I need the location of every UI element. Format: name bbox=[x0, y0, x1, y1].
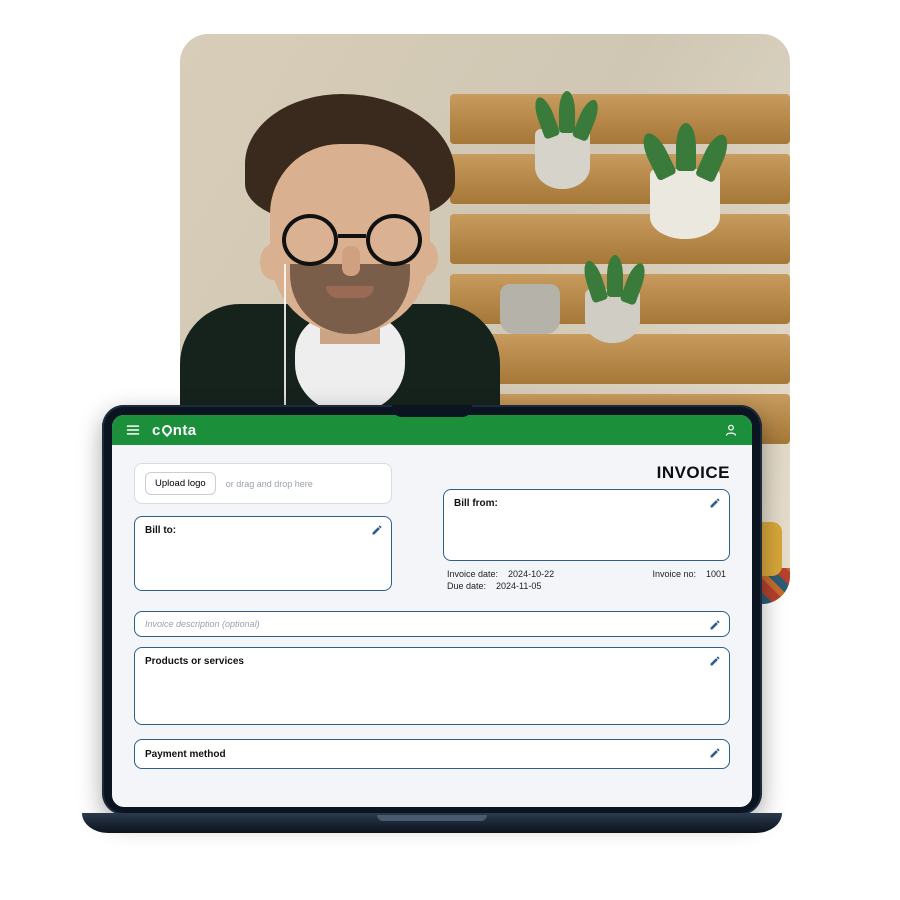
invoice-meta: Invoice date: 2024-10-22 Due date: 2024-… bbox=[443, 569, 730, 593]
menu-icon[interactable] bbox=[124, 421, 142, 439]
user-icon[interactable] bbox=[722, 421, 740, 439]
due-date-value: 2024-11-05 bbox=[496, 581, 541, 591]
brand-logo: cnta bbox=[152, 422, 196, 439]
bill-from-label: Bill from: bbox=[454, 498, 498, 509]
pencil-icon[interactable] bbox=[709, 497, 721, 509]
app-header: cnta bbox=[112, 415, 752, 445]
upload-logo-button[interactable]: Upload logo bbox=[145, 472, 216, 495]
invoice-date-label: Invoice date: bbox=[447, 569, 498, 579]
invoice-title: INVOICE bbox=[443, 463, 730, 483]
upload-hint: or drag and drop here bbox=[226, 479, 313, 489]
laptop-mockup: cnta Upload logo or drag and drop bbox=[82, 405, 782, 875]
payment-method-label: Payment method bbox=[145, 749, 226, 760]
invoice-description-panel[interactable] bbox=[134, 611, 730, 637]
products-panel[interactable]: Products or services bbox=[134, 647, 730, 725]
bill-to-panel[interactable]: Bill to: bbox=[134, 516, 392, 591]
invoice-form: Upload logo or drag and drop here Bill t… bbox=[112, 445, 752, 807]
pencil-icon[interactable] bbox=[709, 747, 721, 759]
pencil-icon[interactable] bbox=[709, 655, 721, 667]
due-date-label: Due date: bbox=[447, 581, 486, 591]
invoice-no-label: Invoice no: bbox=[652, 569, 696, 579]
pencil-icon[interactable] bbox=[709, 619, 721, 631]
invoice-description-input[interactable] bbox=[145, 619, 719, 629]
pencil-icon[interactable] bbox=[371, 524, 383, 536]
invoice-no-value: 1001 bbox=[706, 569, 726, 579]
app-screen: cnta Upload logo or drag and drop bbox=[112, 415, 752, 807]
invoice-date-value: 2024-10-22 bbox=[508, 569, 554, 579]
products-label: Products or services bbox=[145, 656, 244, 667]
logo-upload-box[interactable]: Upload logo or drag and drop here bbox=[134, 463, 392, 504]
bill-to-label: Bill to: bbox=[145, 525, 176, 536]
payment-method-panel[interactable]: Payment method bbox=[134, 739, 730, 769]
bill-from-panel[interactable]: Bill from: bbox=[443, 489, 730, 561]
